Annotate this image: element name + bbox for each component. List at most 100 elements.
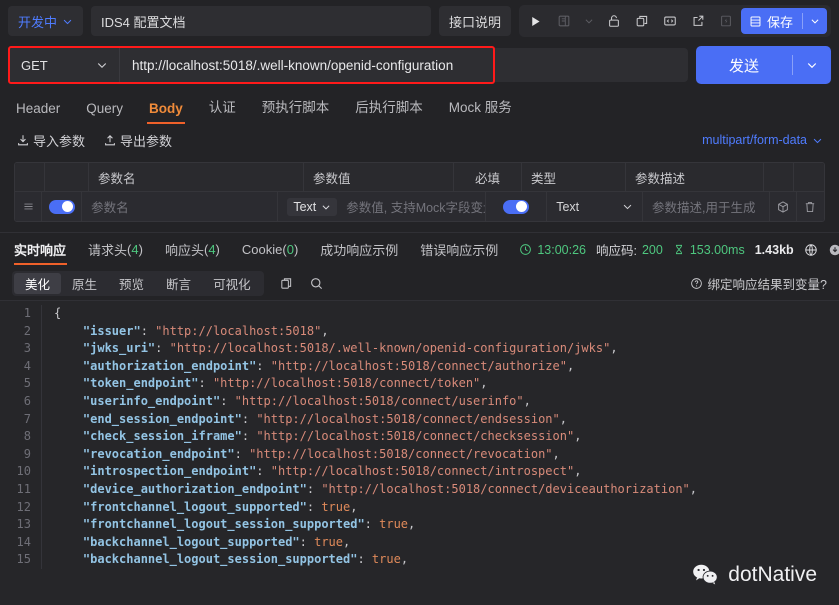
export-icon [105, 135, 115, 146]
search-response-button[interactable] [302, 271, 332, 296]
response-tab-response-headers[interactable]: 响应头(4) [154, 233, 231, 267]
row-required-toggle[interactable] [486, 192, 548, 221]
top-toolbar: 开发中 IDS4 配置文档 接口说明 保存 [0, 0, 839, 42]
response-tab-cookie[interactable]: Cookie(0) [231, 233, 309, 267]
save-icon [750, 16, 761, 26]
doc-icon[interactable] [551, 8, 577, 34]
save-button[interactable]: 保存 [740, 8, 827, 34]
send-button[interactable]: 发送 [696, 46, 831, 84]
tab-label: 可视化 [213, 277, 251, 292]
tab-label: 美化 [25, 277, 51, 292]
response-tab-error-example[interactable]: 错误响应示例 [409, 233, 509, 267]
tab-pre-script[interactable]: 预执行脚本 [249, 96, 343, 124]
content-type-label: multipart/form-data [702, 133, 807, 147]
param-type-select[interactable]: Text [547, 192, 644, 221]
response-size: 1.43kb [755, 243, 794, 257]
copy-icon[interactable] [629, 8, 655, 34]
response-tab-success-example[interactable]: 成功响应示例 [309, 233, 409, 267]
param-description-placeholder: 参数描述,用于生成 [652, 201, 756, 215]
view-tab-beautify[interactable]: 美化 [14, 272, 62, 294]
tab-label: Query [86, 101, 124, 116]
download-button[interactable] [828, 243, 839, 257]
send-label: 发送 [728, 57, 759, 75]
header-type: 类型 [522, 163, 626, 191]
unlock-icon[interactable] [601, 8, 627, 34]
search-icon [311, 277, 323, 289]
url-input[interactable] [120, 48, 688, 82]
drag-handle[interactable] [15, 192, 43, 221]
tab-label: 响应头 [164, 243, 204, 258]
generate-mock-button[interactable] [770, 192, 797, 221]
header-action-2 [794, 163, 824, 191]
tab-auth[interactable]: 认证 [196, 96, 249, 124]
param-value-cell[interactable]: Text 参数值, 支持Mock字段变量 [278, 192, 486, 221]
url-bar: GET [8, 46, 688, 84]
content-type-select[interactable]: multipart/form-data [702, 133, 823, 147]
view-tab-raw[interactable]: 原生 [61, 273, 108, 294]
view-tab-assert[interactable]: 断言 [155, 273, 202, 294]
response-time: 13:00:26 [519, 243, 586, 257]
response-view-toolbar: 美化 原生 预览 断言 可视化 绑定响应结果到变量? [0, 266, 839, 300]
save-dropdown-toggle[interactable] [803, 8, 827, 34]
value-type-label: Text [293, 199, 317, 214]
chevron-down-icon [97, 63, 107, 69]
response-tab-realtime[interactable]: 实时响应 [12, 233, 77, 267]
method-select[interactable]: GET [8, 48, 120, 82]
header-drag [15, 163, 45, 191]
export-params-label: 导出参数 [120, 133, 173, 149]
tab-count: 4 [208, 242, 216, 257]
line-number: 11 [16, 481, 31, 496]
param-name-input[interactable]: 参数名 [82, 192, 279, 221]
row-enabled-toggle[interactable] [42, 192, 83, 221]
value-type-select[interactable]: Text [287, 197, 338, 216]
send-dropdown-toggle[interactable] [793, 59, 831, 71]
bind-response-label: 绑定响应结果到变量? [707, 277, 827, 292]
api-client-window: 开发中 IDS4 配置文档 接口说明 保存 GET http://localho… [0, 0, 839, 605]
response-body-viewer[interactable]: 1 2 3 4 5 6 7 8 9 10 11 12 13 14 15 { "issuer": "http:… [0, 300, 839, 605]
line-number: 14 [16, 534, 31, 549]
tab-label: Body [149, 101, 183, 116]
line-number: 4 [23, 358, 31, 373]
share-icon[interactable] [685, 8, 711, 34]
chevron-down-icon [811, 19, 819, 24]
trash-icon [806, 201, 815, 212]
tab-mock-service[interactable]: Mock 服务 [436, 96, 525, 124]
param-value-placeholder: 参数值, 支持Mock字段变量 [346, 201, 486, 215]
import-params-button[interactable]: 导入参数 [16, 131, 85, 150]
document-title[interactable]: IDS4 配置文档 [91, 6, 431, 36]
bind-response-variable-button[interactable]: 绑定响应结果到变量? [690, 274, 827, 293]
line-number: 12 [16, 499, 31, 514]
tab-post-script[interactable]: 后执行脚本 [342, 96, 436, 124]
chevron-down-icon [813, 138, 822, 143]
import-icon [18, 135, 28, 146]
view-tab-preview[interactable]: 预览 [108, 273, 155, 294]
run-icon[interactable] [523, 8, 549, 34]
network-button[interactable] [804, 243, 818, 257]
response-tab-request-headers[interactable]: 请求头(4) [77, 233, 154, 267]
code-line: "userinfo_endpoint": "http://localhost:5… [82, 393, 531, 408]
api-description-button[interactable]: 接口说明 [438, 6, 511, 36]
delete-row-button[interactable] [797, 192, 824, 221]
chevron-down-icon [322, 204, 330, 210]
tab-header[interactable]: Header [12, 101, 73, 124]
export-params-button[interactable]: 导出参数 [103, 131, 172, 150]
code-line: "authorization_endpoint": "http://localh… [82, 358, 575, 373]
response-size-value: 1.43kb [754, 242, 794, 257]
chevron-down-icon [807, 63, 817, 69]
response-code-label: 响应码: [595, 244, 637, 258]
view-tab-visualize[interactable]: 可视化 [202, 273, 262, 294]
tab-body[interactable]: Body [136, 101, 196, 124]
chevron-down-icon[interactable] [579, 8, 599, 34]
code-line: "revocation_endpoint": "http://localhost… [82, 446, 560, 461]
param-description-input[interactable]: 参数描述,用于生成 [643, 192, 770, 221]
tab-query[interactable]: Query [73, 101, 136, 124]
code-line: "introspection_endpoint": "http://localh… [82, 464, 582, 479]
status-dropdown[interactable]: 开发中 [8, 6, 84, 36]
code-icon[interactable] [657, 8, 683, 34]
line-number: 3 [23, 341, 31, 356]
code-line: "check_session_iframe": "http://localhos… [82, 429, 582, 444]
copy-response-button[interactable] [272, 271, 302, 296]
header-param-value: 参数值 [304, 163, 454, 191]
code-line: "backchannel_logout_session_supported": … [82, 552, 409, 567]
flash-icon[interactable] [713, 8, 739, 34]
